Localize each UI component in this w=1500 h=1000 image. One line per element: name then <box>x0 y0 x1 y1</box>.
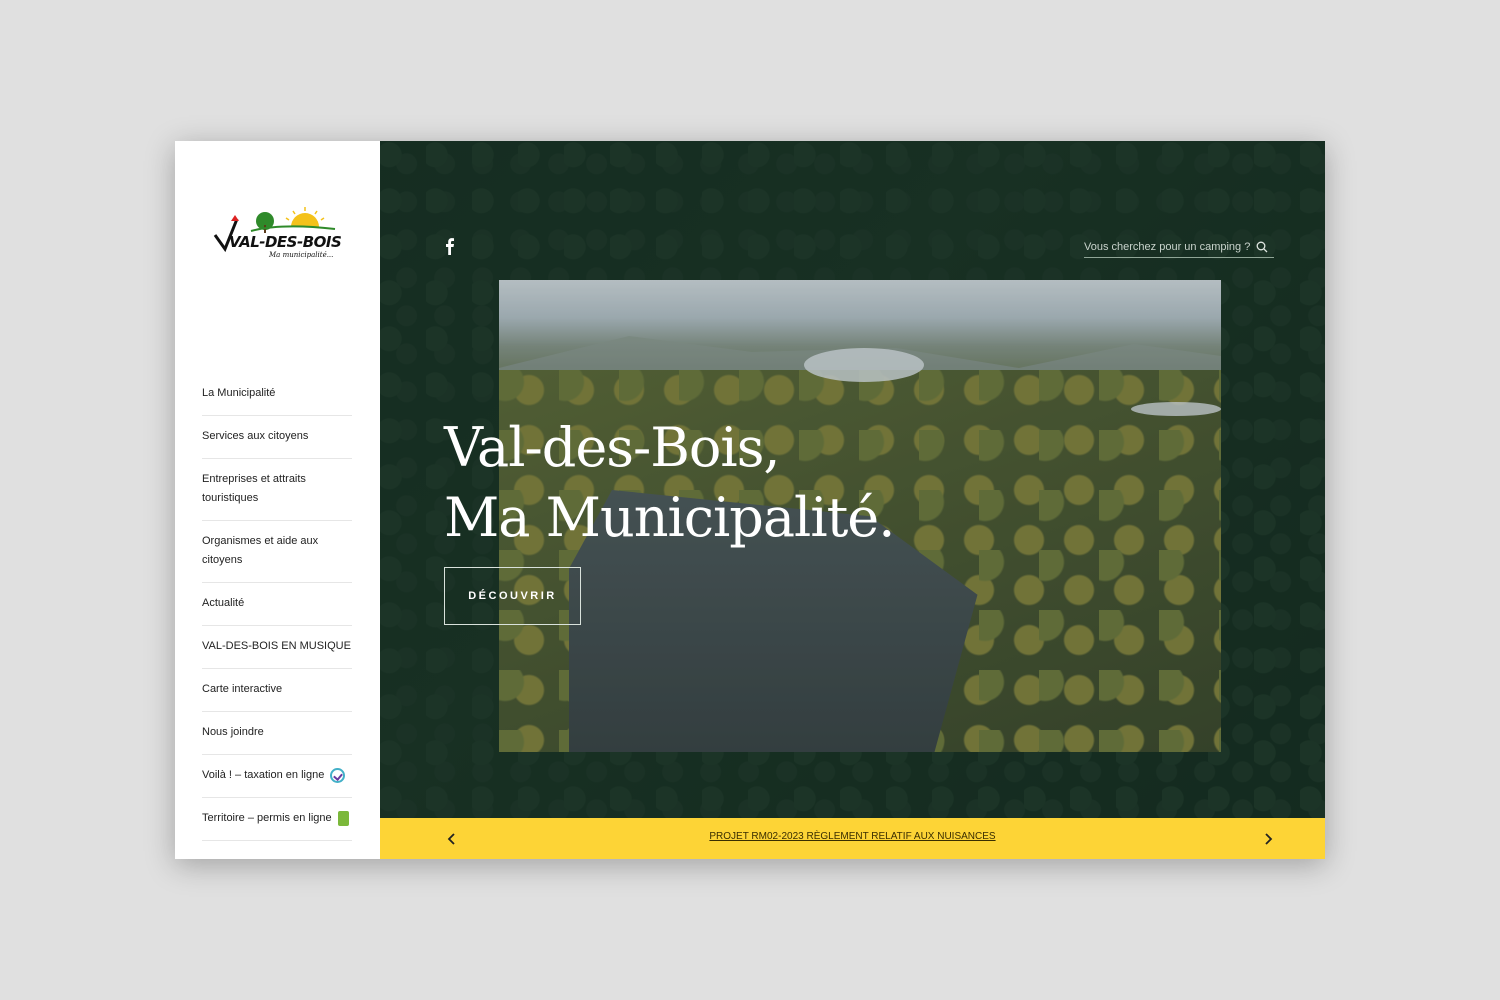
main-nav: La Municipalité Services aux citoyens En… <box>202 373 352 841</box>
nav-item-label: La Municipalité <box>202 387 276 399</box>
document-icon <box>337 811 349 826</box>
hero: Val-des-Bois, Ma Municipalité. DÉCOUVRIR <box>380 141 1325 818</box>
nav-item-taxation-en-ligne[interactable]: Voilà ! – taxation en ligne <box>202 755 352 798</box>
search-input[interactable] <box>1084 241 1250 253</box>
search-icon[interactable] <box>1256 241 1268 253</box>
logo-tagline: Ma municipalité... <box>269 251 334 259</box>
sidebar: VAL-DES-BOIS Ma municipalité... La Munic… <box>175 141 380 859</box>
nav-item-label: Nous joindre <box>202 726 264 738</box>
nav-item-la-municipalite[interactable]: La Municipalité <box>202 373 352 416</box>
site-logo[interactable]: VAL-DES-BOIS Ma municipalité... <box>211 205 343 265</box>
nav-item-label: VAL-DES-BOIS EN MUSIQUE <box>202 640 351 652</box>
nav-item-entreprises[interactable]: Entreprises et attraits touristiques <box>202 459 352 521</box>
nav-item-services-aux-citoyens[interactable]: Services aux citoyens <box>202 416 352 459</box>
logo-text: VAL-DES-BOIS <box>229 233 342 251</box>
nav-item-label: Organismes et aide aux citoyens <box>202 535 319 566</box>
announcement-banner: PROJET RM02-2023 RÈGLEMENT RELATIF AUX N… <box>380 818 1325 859</box>
nav-item-carte-interactive[interactable]: Carte interactive <box>202 669 352 712</box>
nav-item-label: Territoire – permis en ligne <box>202 812 332 824</box>
announcement-link[interactable]: PROJET RM02-2023 RÈGLEMENT RELATIF AUX N… <box>380 831 1325 842</box>
nav-item-label: Voilà ! – taxation en ligne <box>202 769 325 781</box>
discover-button[interactable]: DÉCOUVRIR <box>444 567 581 625</box>
nav-item-actualite[interactable]: Actualité <box>202 583 352 626</box>
browser-page: VAL-DES-BOIS Ma municipalité... La Munic… <box>175 141 1325 859</box>
search-box <box>1084 237 1274 258</box>
chevron-right-icon[interactable] <box>1263 833 1273 845</box>
nav-item-en-musique[interactable]: VAL-DES-BOIS EN MUSIQUE <box>202 626 352 669</box>
nav-item-permis-en-ligne[interactable]: Territoire – permis en ligne <box>202 798 352 841</box>
hero-title: Val-des-Bois, Ma Municipalité. <box>444 413 895 553</box>
facebook-icon[interactable] <box>442 237 458 255</box>
nav-item-label: Actualité <box>202 597 245 609</box>
nav-item-nous-joindre[interactable]: Nous joindre <box>202 712 352 755</box>
hero-title-line1: Val-des-Bois, <box>444 416 781 479</box>
nav-item-label: Services aux citoyens <box>202 430 309 442</box>
nav-item-label: Entreprises et attraits touristiques <box>202 473 306 504</box>
nav-item-organismes[interactable]: Organismes et aide aux citoyens <box>202 521 352 583</box>
hero-title-line2: Ma Municipalité. <box>444 486 895 549</box>
nav-item-label: Carte interactive <box>202 683 283 695</box>
voila-badge-icon <box>330 768 346 783</box>
